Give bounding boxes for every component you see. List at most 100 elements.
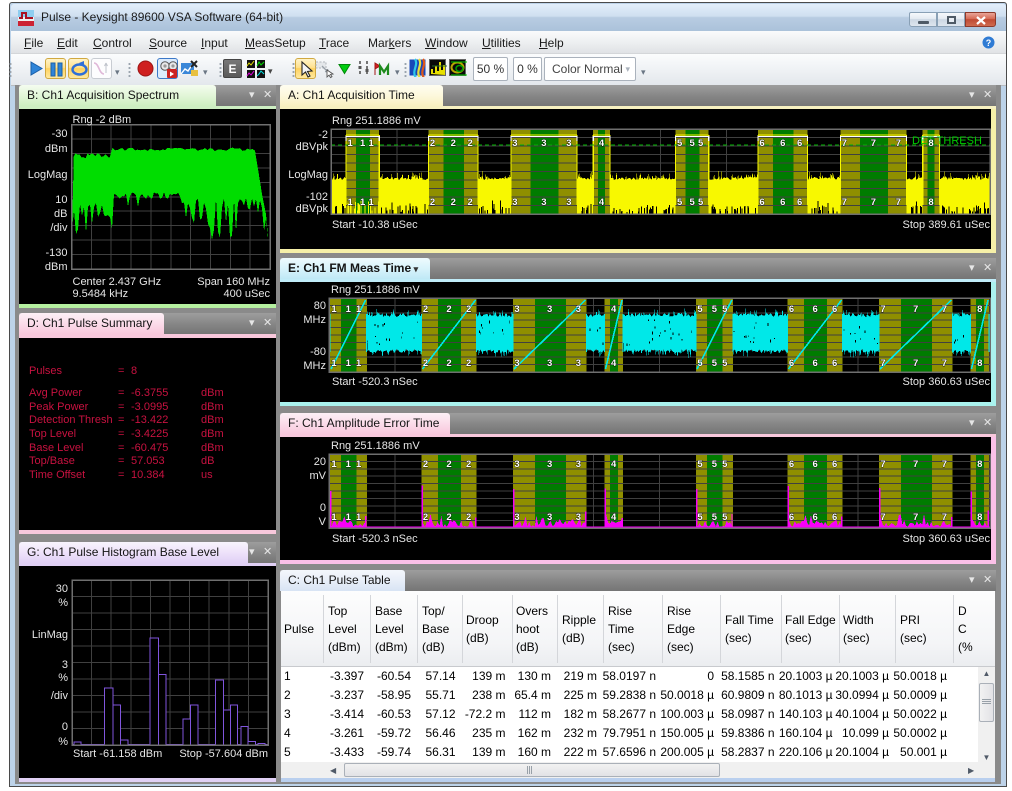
svg-text:1: 1 — [356, 512, 362, 523]
svg-text:dBm: dBm — [201, 428, 224, 440]
svg-text:-3.0995: -3.0995 — [131, 401, 168, 413]
svg-text:3: 3 — [566, 138, 571, 149]
svg-text:6: 6 — [759, 197, 764, 208]
svg-text:=: = — [118, 442, 124, 454]
svg-text:30: 30 — [56, 583, 68, 595]
svg-text:=: = — [118, 365, 124, 377]
svg-text:3: 3 — [576, 304, 581, 315]
svg-text:2: 2 — [466, 304, 471, 315]
svg-text:Start -10.38 uSec: Start -10.38 uSec — [332, 219, 418, 231]
svg-text:Stop 360.63 uSec: Stop 360.63 uSec — [903, 533, 991, 545]
svg-text:6: 6 — [832, 358, 837, 369]
svg-text:2: 2 — [446, 304, 451, 315]
svg-text:7: 7 — [880, 358, 885, 369]
svg-text:80: 80 — [314, 300, 326, 312]
svg-text:5: 5 — [698, 197, 704, 208]
svg-text:dBVpk: dBVpk — [296, 203, 329, 215]
svg-text:5: 5 — [677, 197, 683, 208]
svg-text:1: 1 — [369, 138, 375, 149]
svg-text:5: 5 — [677, 138, 683, 149]
svg-text:-80: -80 — [310, 346, 326, 358]
svg-text:2: 2 — [423, 358, 428, 369]
svg-text:3: 3 — [547, 512, 552, 523]
svg-text:Span 160 MHz: Span 160 MHz — [197, 276, 270, 288]
svg-text:Start -520.3 nSec: Start -520.3 nSec — [332, 533, 418, 545]
svg-text:Top Level: Top Level — [29, 428, 76, 440]
svg-text:=: = — [118, 455, 124, 467]
svg-text:8: 8 — [977, 512, 982, 523]
svg-text:3: 3 — [547, 358, 552, 369]
svg-text:3: 3 — [547, 459, 552, 470]
svg-text:7: 7 — [880, 459, 885, 470]
svg-text:-3.4225: -3.4225 — [131, 428, 168, 440]
svg-text:7: 7 — [942, 512, 947, 523]
svg-text:2: 2 — [466, 512, 471, 523]
svg-text:3: 3 — [514, 459, 519, 470]
svg-text:1: 1 — [356, 459, 362, 470]
svg-text:2: 2 — [467, 138, 472, 149]
svg-text:dB: dB — [54, 208, 67, 220]
svg-text:1: 1 — [346, 358, 352, 369]
svg-text:Center 2.437 GHz: Center 2.437 GHz — [73, 276, 162, 288]
svg-text:7: 7 — [871, 138, 876, 149]
svg-text:3: 3 — [566, 197, 571, 208]
svg-text:/div: /div — [50, 222, 68, 234]
svg-text:MHz: MHz — [303, 360, 326, 372]
svg-text:1: 1 — [360, 197, 366, 208]
svg-text:2: 2 — [423, 304, 428, 315]
svg-text:5: 5 — [712, 304, 718, 315]
svg-text:2: 2 — [446, 459, 451, 470]
svg-text:1: 1 — [356, 304, 362, 315]
svg-text:9.5484 kHz: 9.5484 kHz — [73, 288, 129, 300]
svg-text:3: 3 — [576, 358, 581, 369]
svg-text:%: % — [58, 597, 68, 609]
svg-text:1: 1 — [347, 138, 353, 149]
svg-text:=: = — [118, 469, 124, 481]
svg-text:1: 1 — [346, 304, 352, 315]
svg-text:Rng 251.1886 mV: Rng 251.1886 mV — [331, 284, 420, 296]
svg-text:Start -520.3 nSec: Start -520.3 nSec — [332, 376, 418, 388]
svg-text:5: 5 — [697, 512, 703, 523]
svg-text:5: 5 — [690, 138, 696, 149]
svg-text:3: 3 — [576, 512, 581, 523]
svg-text:3: 3 — [541, 197, 546, 208]
svg-text:0: 0 — [62, 721, 68, 733]
svg-text:-130: -130 — [45, 247, 67, 259]
svg-text:7: 7 — [842, 138, 847, 149]
svg-text:?: ? — [986, 38, 992, 48]
svg-text:3: 3 — [62, 659, 68, 671]
svg-text:7: 7 — [871, 197, 876, 208]
svg-text:=: = — [118, 414, 124, 426]
svg-text:5: 5 — [712, 358, 718, 369]
svg-text:-6.3755: -6.3755 — [131, 387, 168, 399]
svg-text:Detection Thresh: Detection Thresh — [29, 414, 113, 426]
svg-text:Pulses: Pulses — [29, 365, 63, 377]
svg-text:6: 6 — [789, 304, 794, 315]
svg-text:2: 2 — [466, 459, 471, 470]
svg-text:5: 5 — [722, 512, 728, 523]
svg-text:2: 2 — [446, 358, 451, 369]
svg-text:1: 1 — [331, 512, 337, 523]
svg-text:1: 1 — [331, 358, 337, 369]
svg-text:Stop 360.63 uSec: Stop 360.63 uSec — [903, 376, 991, 388]
svg-text:-60.475: -60.475 — [131, 442, 168, 454]
svg-text:=: = — [118, 387, 124, 399]
svg-text:7: 7 — [842, 197, 847, 208]
svg-text:6: 6 — [789, 358, 794, 369]
svg-text:1: 1 — [369, 197, 375, 208]
svg-text:MHz: MHz — [303, 314, 326, 326]
svg-text:2: 2 — [423, 459, 428, 470]
svg-text:1: 1 — [347, 197, 353, 208]
svg-text:4: 4 — [599, 138, 605, 149]
svg-text:6: 6 — [797, 138, 802, 149]
svg-text:=: = — [118, 428, 124, 440]
svg-text:6: 6 — [789, 512, 794, 523]
svg-text:400 uSec: 400 uSec — [224, 288, 271, 300]
svg-text:dBm: dBm — [201, 387, 224, 399]
svg-text:%: % — [58, 672, 68, 684]
svg-text:5: 5 — [712, 459, 718, 470]
svg-text:1: 1 — [360, 138, 366, 149]
svg-text:10: 10 — [55, 194, 67, 206]
svg-text:5: 5 — [690, 197, 696, 208]
svg-text:4: 4 — [611, 512, 617, 523]
